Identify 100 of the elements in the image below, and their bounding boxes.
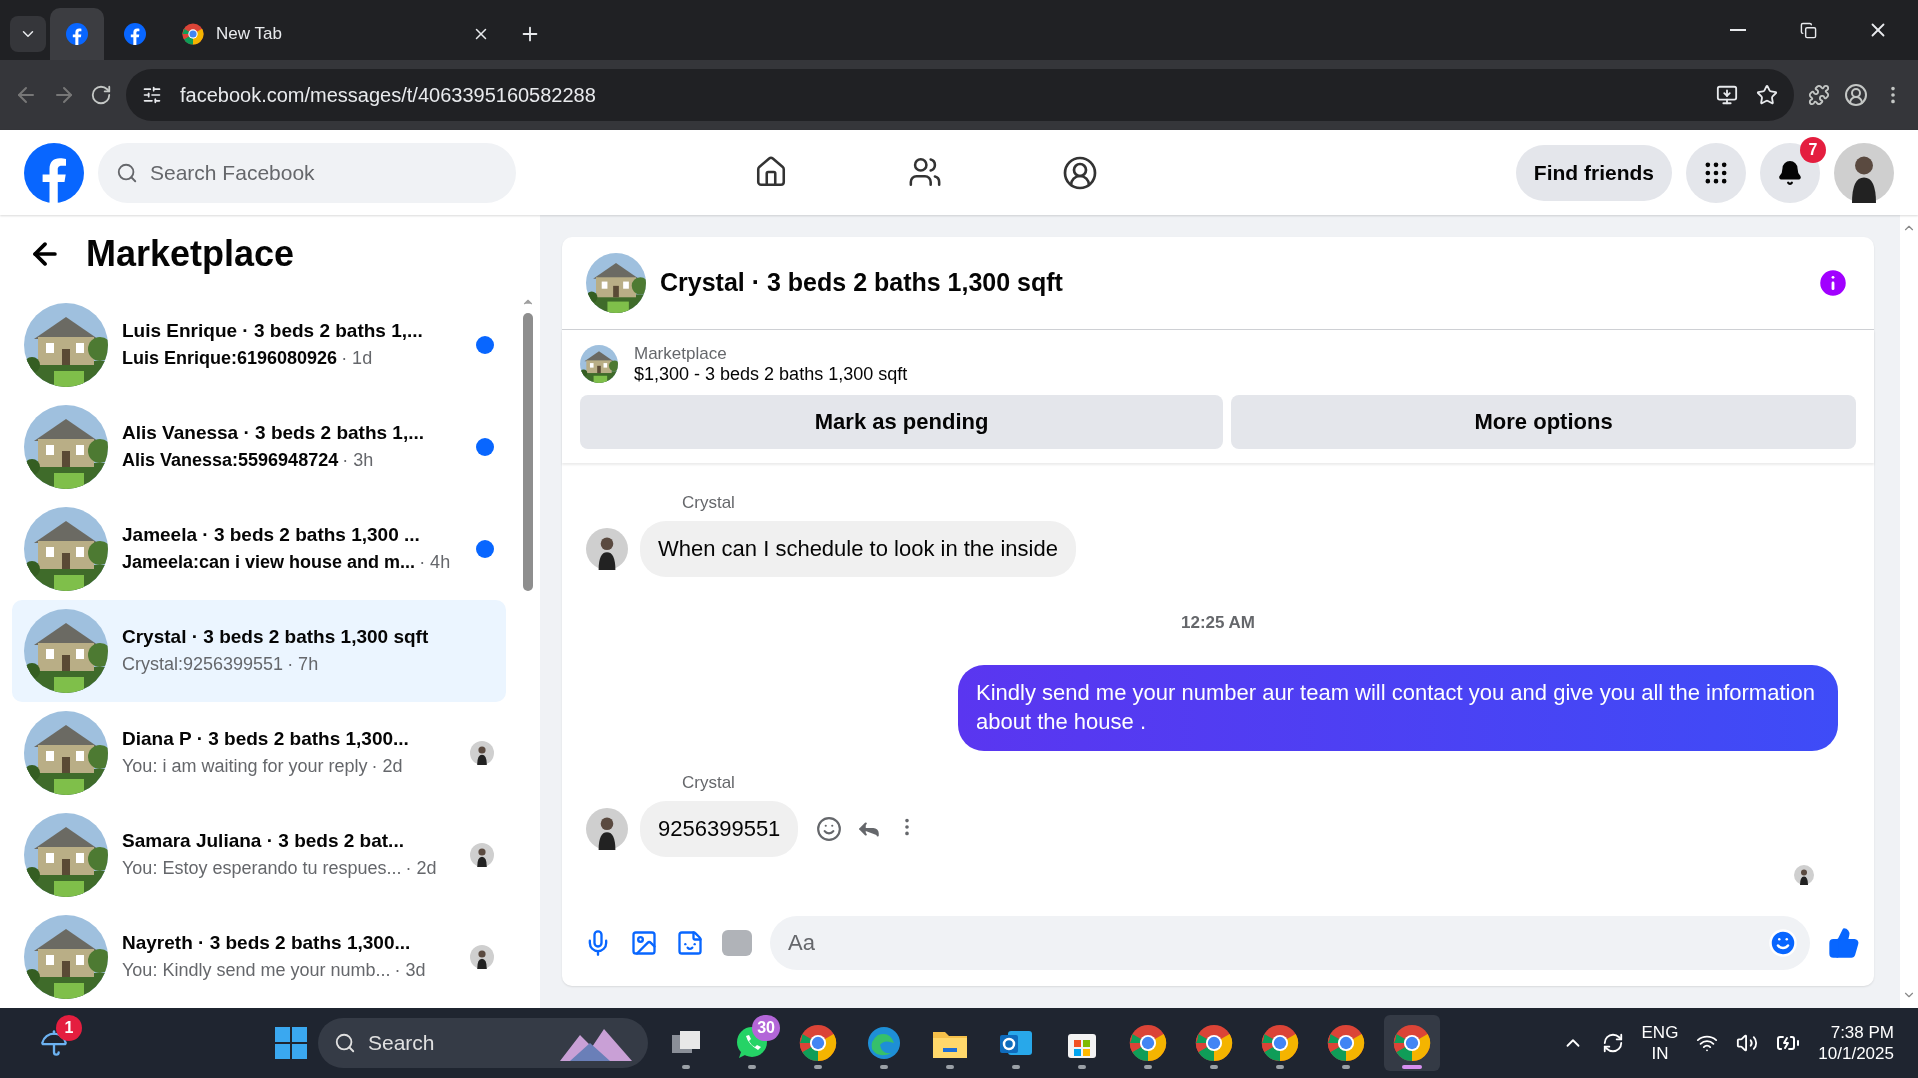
taskbar-app[interactable] [1384,1015,1440,1071]
minimize-icon [1730,29,1746,31]
browser-tab[interactable]: New Tab [166,8,506,60]
running-indicator [1342,1065,1350,1069]
message-time: · 7h [287,654,319,676]
conversation-item[interactable]: Alis Vanessa · 3 beds 2 baths 1,... Alis Vanessa:5596948724 · 3h [12,395,506,498]
unread-dot [476,335,494,354]
start-icon[interactable] [274,1026,308,1060]
conversation-title: Luis Enrique · 3 beds 2 baths 1,... [122,320,423,343]
message-bubble: 9256399551 [640,800,799,858]
notifications-button[interactable] [1760,142,1820,203]
address-bar[interactable]: facebook.com/messages/t/4063395160582288 [126,69,1794,121]
conversation-item[interactable]: Samara Juliana · 3 beds 2 bat... You: Estoy esperando tu respues... · 2d [12,803,506,906]
scrollbar-thumb[interactable] [523,313,533,591]
sender-name: Crystal [681,492,736,513]
clock[interactable]: 7:38 PM 10/1/2025 [1818,1021,1894,1065]
weather-button[interactable]: 1 [24,1015,84,1071]
message-bubble: When can I schedule to look in the inside [640,520,1076,578]
sticker-icon[interactable] [676,928,704,957]
conversation-item[interactable]: Luis Enrique · 3 beds 2 baths 1,... Luis Enrique:6196080926 · 1d [12,293,506,396]
chat-title: Crystal · 3 beds 2 baths 1,300 sqft [660,268,1064,298]
profile-circle-icon[interactable] [1061,154,1098,191]
message-preview: You: Kindly send me your numb... [122,960,391,982]
like-icon[interactable] [1828,926,1860,959]
message-preview: You: i am waiting for your reply [122,756,368,778]
message-bubble: Kindly send me your number aur team will contact you and give you all the information about the house . [958,665,1838,751]
message-preview: You: Estoy esperando tu respues... [122,858,402,880]
message-preview: Luis Enrique:6196080926 [122,348,338,370]
tab-title: New Tab [216,24,283,44]
avatar [1834,142,1894,203]
chrome-icon[interactable] [799,1024,837,1062]
message-time: · 3h [342,450,374,472]
volume-icon[interactable] [1736,1032,1759,1054]
message-time: · 3d [394,960,426,982]
conversation-title: Crystal · 3 beds 2 baths 1,300 sqft [122,626,429,649]
profile-icon[interactable] [1844,83,1868,107]
message-time: · 1d [341,348,373,370]
browser-tab[interactable] [50,8,104,60]
unread-dot [476,437,494,456]
conversation-item[interactable]: Diana P · 3 beds 2 baths 1,300... You: i am waiting for your reply · 2d [12,701,506,804]
running-indicator [1078,1065,1086,1069]
conversation-title: Samara Juliana · 3 beds 2 bat... [122,830,404,853]
find-friends-button[interactable]: Find friends [1515,144,1672,201]
running-indicator [880,1065,888,1069]
avatar [470,944,494,969]
avatar [586,807,628,850]
conversation-item[interactable]: Jameela · 3 beds 2 baths 1,300 ... Jameela:can i view house and m... · 4h [12,497,506,600]
running-indicator [814,1065,822,1069]
message-preview: Alis Vanessa:5596948724 [122,450,339,472]
taskbar-app[interactable]: 30 [724,1015,780,1071]
restore-icon [1799,21,1817,39]
conversation-title: Alis Vanessa · 3 beds 2 baths 1,... [122,422,425,445]
avatar [470,842,494,867]
action-button[interactable]: More options [1231,394,1856,449]
notification-badge: 7 [1800,136,1826,163]
conversation-title: Nayreth · 3 beds 2 baths 1,300... [122,932,411,955]
avatar [470,740,494,765]
chrome-icon[interactable] [1195,1024,1233,1062]
bell-icon [1777,159,1803,186]
running-indicator [1210,1065,1218,1069]
taskbar-search[interactable]: Search [318,1018,648,1068]
language-indicator[interactable]: ENG IN [1641,1021,1679,1065]
running-indicator [1276,1065,1284,1069]
extensions-icon[interactable] [1808,84,1830,106]
search-field[interactable]: Search Facebook [98,142,516,203]
facebook-logo[interactable] [124,23,146,45]
message-preview: Crystal:9256399551 [122,654,284,676]
react-icon[interactable] [816,815,843,842]
running-indicator [946,1065,954,1069]
account-button[interactable] [1834,142,1894,203]
image-icon[interactable] [630,928,658,957]
conversation-item[interactable]: Crystal · 3 beds 2 baths 1,300 sqft Crystal:9256399551 · 7h [12,599,506,702]
facebook-logo[interactable] [66,23,88,45]
chrome-icon[interactable] [1393,1024,1431,1062]
count-badge: 30 [752,1015,780,1041]
conversation-item[interactable]: Nayreth · 3 beds 2 baths 1,300... You: Kindly send me your numb... · 3d [12,905,506,1008]
bookmark-icon[interactable] [1756,84,1778,106]
message-preview: Jameela:can i view house and m... [122,552,416,574]
listing-label: Marketplace [634,343,728,364]
message-time: · 2d [371,756,403,778]
chrome-icon[interactable] [1327,1024,1365,1062]
avatar [586,528,628,570]
unread-dot [476,539,494,558]
running-indicator [748,1065,756,1069]
panel-title: Marketplace [86,233,295,276]
site-info-icon[interactable] [142,85,162,105]
message-field[interactable]: Aa [770,915,1810,970]
chrome-icon[interactable] [1129,1024,1167,1062]
running-indicator [1402,1065,1422,1069]
sync-icon[interactable] [1601,1032,1624,1054]
running-indicator [1012,1065,1020,1069]
sender-name: Crystal [681,772,736,793]
install-icon[interactable] [1716,84,1738,106]
action-button[interactable]: Mark as pending [580,394,1224,449]
reload-icon[interactable] [90,84,112,106]
tab-search-button[interactable] [10,16,46,52]
chrome-icon[interactable] [1261,1024,1299,1062]
search-icon [116,161,138,184]
chrome-icon[interactable] [182,23,204,45]
browser-icon[interactable] [866,1025,902,1061]
